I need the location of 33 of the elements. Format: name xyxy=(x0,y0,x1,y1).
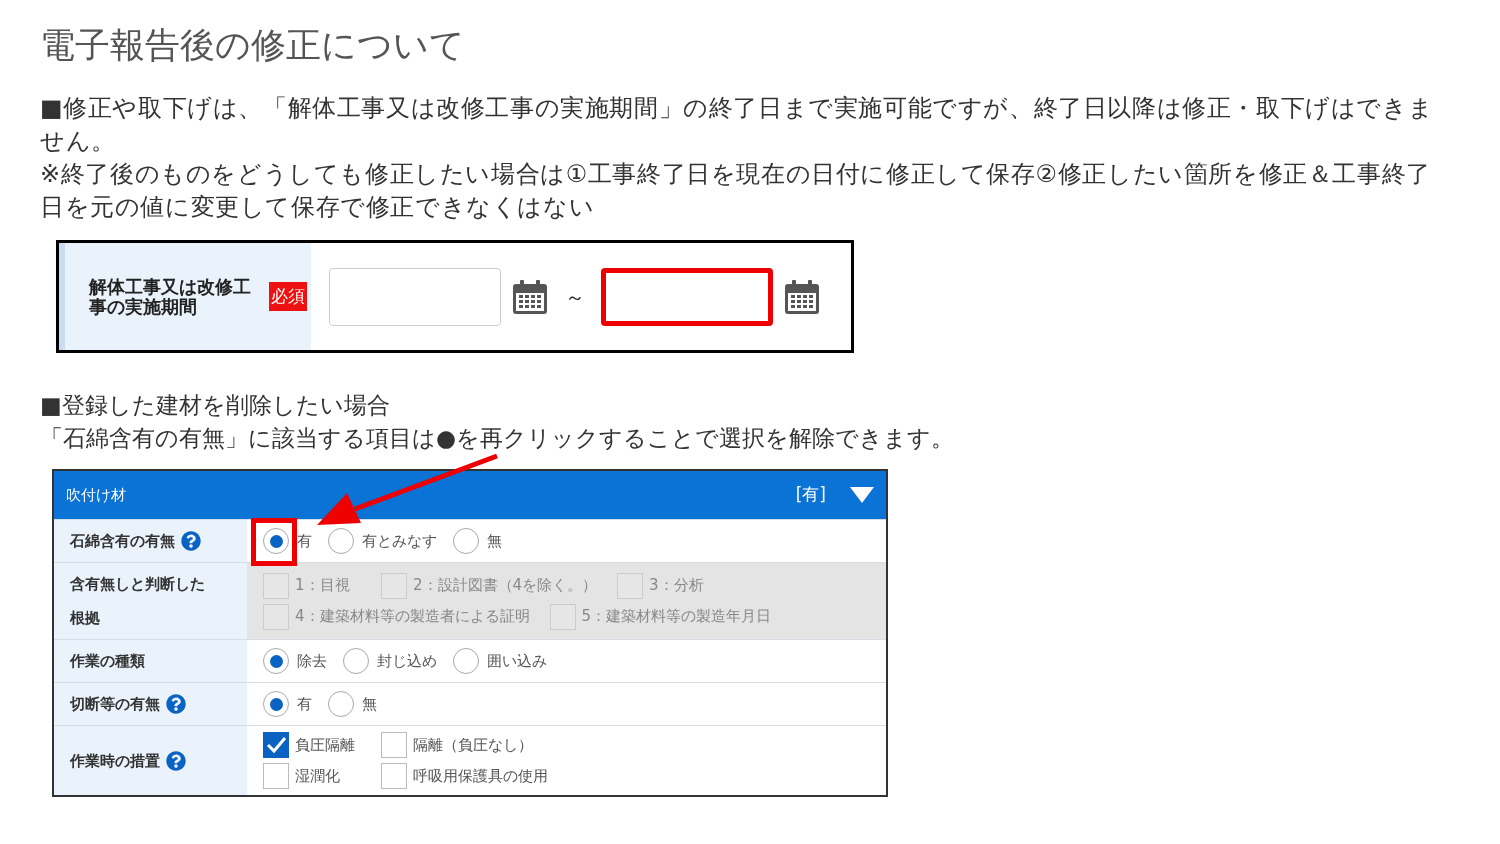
panel-status: [有] xyxy=(795,483,826,507)
panel-header[interactable]: 吹付け材 [有] xyxy=(54,471,886,519)
option-label: 隔離（負圧なし） xyxy=(413,734,533,756)
option-label: 1：目視 xyxy=(295,575,351,597)
note-text: ■修正や取下げは、「解体工事又は改修工事の実施期間」の終了日まで実施可能ですが、終了日以降は修正・取下げはできません。 xyxy=(40,93,1435,157)
option-label: 無 xyxy=(487,530,502,552)
range-separator: ～ xyxy=(565,283,585,311)
option-label: 3：分析 xyxy=(649,575,705,597)
row-label: 作業時の措置 xyxy=(70,750,160,772)
section-heading: ■登録した建材を削除したい場合 xyxy=(40,391,391,420)
option-label: 4：建築材料等の製造者による証明 xyxy=(295,606,530,628)
option-label: 呼吸用保護具の使用 xyxy=(413,765,548,787)
panel-title: 吹付け材 xyxy=(66,484,127,506)
option-label: 除去 xyxy=(297,650,327,672)
option-label: 有 xyxy=(297,693,312,715)
option-label: 2：設計図書（4を除く。） xyxy=(413,575,598,597)
row-label: 作業の種類 xyxy=(70,651,145,672)
option-label: 有とみなす xyxy=(362,530,437,552)
slide-title: 電子報告後の修正について xyxy=(40,24,466,67)
option-label: 囲い込み xyxy=(487,650,547,672)
option-label: 封じ込め xyxy=(377,650,437,672)
field-label: 解体工事又は改修工事の実施期間 xyxy=(89,276,252,317)
row-label: 石綿含有の有無 xyxy=(70,531,175,552)
option-label: 負圧隔離 xyxy=(295,734,356,756)
row-label: 切断等の有無 xyxy=(70,694,160,715)
option-label: 湿潤化 xyxy=(295,765,341,787)
required-badge: 必須 xyxy=(269,281,307,312)
option-label: 無 xyxy=(362,693,377,715)
note-text: ※終了後のものをどうしても修正したい場合は①工事終了日を現在の日付に修正して保存②修正したい箇所を修正＆工事終了日を元の値に変更して保存で修正できなくはない xyxy=(40,159,1432,223)
option-label: 有 xyxy=(297,530,312,552)
section-text: 「石綿含有の有無」に該当する項目は●を再クリックすることで選択を解除できます。 xyxy=(40,424,956,453)
option-label: 5：建築材料等の製造年月日 xyxy=(581,606,772,628)
row-label: 含有無しと判断した根拠 xyxy=(70,574,206,629)
